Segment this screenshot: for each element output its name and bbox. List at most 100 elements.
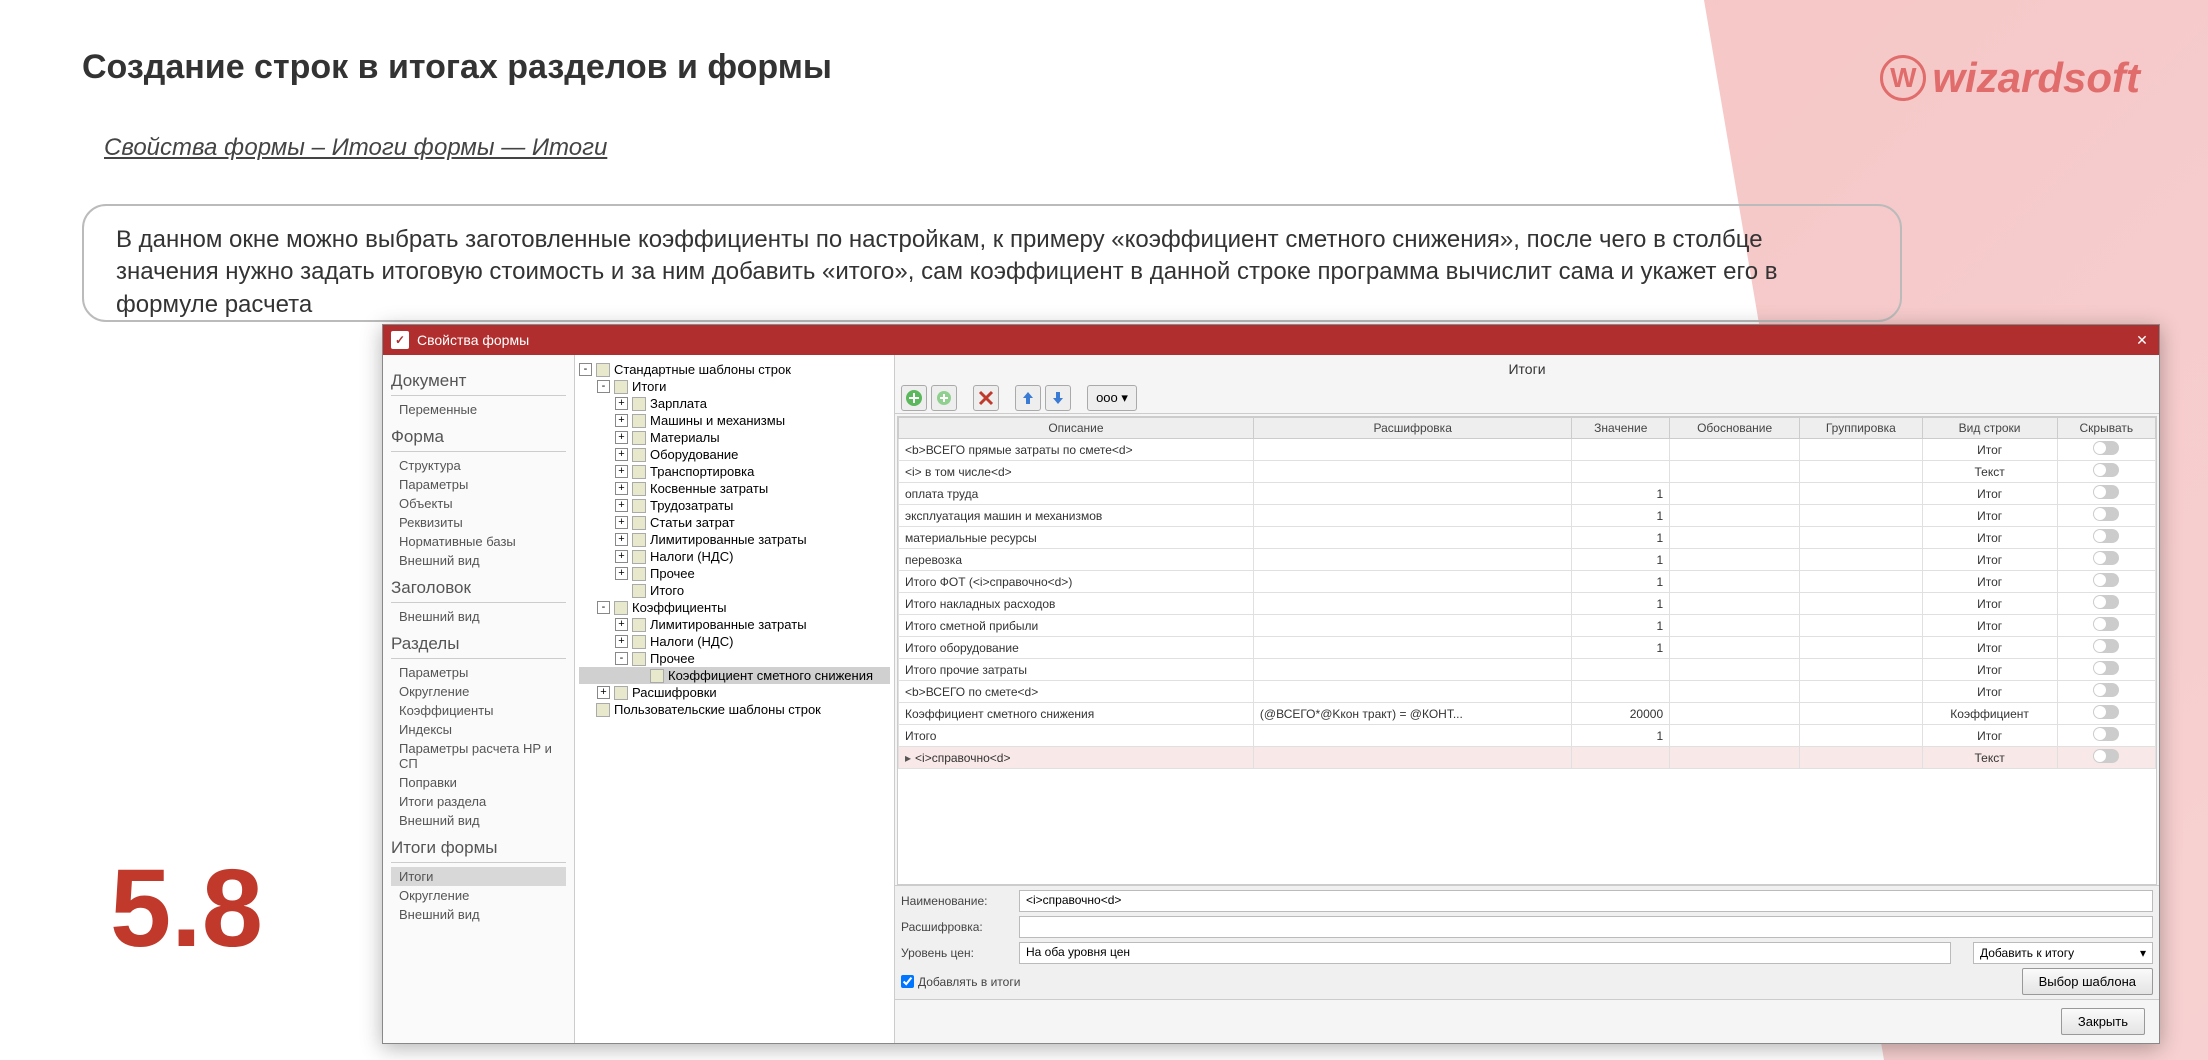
hide-toggle[interactable]	[2093, 617, 2119, 631]
cell[interactable]	[2057, 505, 2155, 527]
close-button[interactable]: Закрыть	[2061, 1008, 2145, 1035]
nav-item[interactable]: Структура	[391, 456, 566, 475]
tree-row[interactable]: Коэффициент сметного снижения	[579, 667, 890, 684]
tree-row[interactable]: -Итоги	[579, 378, 890, 395]
cell[interactable]	[1253, 549, 1572, 571]
hide-toggle[interactable]	[2093, 683, 2119, 697]
nav-item[interactable]: Округление	[391, 886, 566, 905]
cell[interactable]: 1	[1572, 505, 1670, 527]
nav-item[interactable]: Внешний вид	[391, 607, 566, 626]
cell[interactable]	[1670, 549, 1800, 571]
table-row[interactable]: Итого прочие затратыИтог	[899, 659, 2156, 681]
nav-item[interactable]: Переменные	[391, 400, 566, 419]
nav-item[interactable]: Параметры	[391, 663, 566, 682]
table-row[interactable]: <b>ВСЕГО по смете<d>Итог	[899, 681, 2156, 703]
cell[interactable]	[1670, 571, 1800, 593]
hide-toggle[interactable]	[2093, 749, 2119, 763]
cell[interactable]	[1670, 593, 1800, 615]
nav-item[interactable]: Реквизиты	[391, 513, 566, 532]
cell[interactable]: 1	[1572, 483, 1670, 505]
cell[interactable]	[1800, 483, 1922, 505]
cell[interactable]	[2057, 549, 2155, 571]
cell[interactable]: Итог	[1922, 725, 2057, 747]
collapse-icon[interactable]: -	[579, 363, 592, 376]
move-down-button[interactable]	[1045, 385, 1071, 411]
cell[interactable]: Коэффициент сметного снижения	[899, 703, 1254, 725]
cell[interactable]: <i>справочно<d>	[899, 747, 1254, 769]
nav-item[interactable]: Итоги	[391, 867, 566, 886]
cell[interactable]: Итог	[1922, 571, 2057, 593]
cell[interactable]	[1572, 461, 1670, 483]
cell[interactable]	[1253, 659, 1572, 681]
cell[interactable]: (@ВСЕГО*@Kкон тракт) = @КОНТ...	[1253, 703, 1572, 725]
cell[interactable]	[1670, 703, 1800, 725]
table-row[interactable]: Итого ФОТ (<i>справочно<d>)1Итог	[899, 571, 2156, 593]
expand-icon[interactable]: +	[615, 567, 628, 580]
column-header[interactable]: Значение	[1572, 418, 1670, 439]
hide-toggle[interactable]	[2093, 529, 2119, 543]
column-header[interactable]: Скрывать	[2057, 418, 2155, 439]
cell[interactable]: 20000	[1572, 703, 1670, 725]
cell[interactable]	[1253, 439, 1572, 461]
expand-icon[interactable]: +	[615, 533, 628, 546]
cell[interactable]	[1800, 747, 1922, 769]
cell[interactable]	[1670, 615, 1800, 637]
expand-icon[interactable]: +	[615, 550, 628, 563]
grid[interactable]: ОписаниеРасшифровкаЗначениеОбоснованиеГр…	[897, 416, 2157, 885]
cell[interactable]	[1253, 593, 1572, 615]
cell[interactable]	[1670, 637, 1800, 659]
cell[interactable]: Итого накладных расходов	[899, 593, 1254, 615]
tree-row[interactable]: +Лимитированные затраты	[579, 616, 890, 633]
hide-toggle[interactable]	[2093, 551, 2119, 565]
tree-row[interactable]: Итого	[579, 582, 890, 599]
nav-item[interactable]: Округление	[391, 682, 566, 701]
table-row[interactable]: эксплуатация машин и механизмов1Итог	[899, 505, 2156, 527]
expand-icon[interactable]: +	[615, 516, 628, 529]
table-row[interactable]: оплата труда1Итог	[899, 483, 2156, 505]
tree-row[interactable]: +Статьи затрат	[579, 514, 890, 531]
cell[interactable]: <b>ВСЕГО прямые затраты по смете<d>	[899, 439, 1254, 461]
cell[interactable]: Итог	[1922, 483, 2057, 505]
nav-item[interactable]: Внешний вид	[391, 551, 566, 570]
cell[interactable]	[2057, 461, 2155, 483]
cell[interactable]	[1253, 637, 1572, 659]
expand-icon[interactable]: +	[615, 465, 628, 478]
cell[interactable]	[1800, 593, 1922, 615]
cell[interactable]	[2057, 725, 2155, 747]
tree-row[interactable]: +Налоги (НДС)	[579, 633, 890, 650]
table-row[interactable]: материальные ресурсы1Итог	[899, 527, 2156, 549]
hide-toggle[interactable]	[2093, 485, 2119, 499]
cell[interactable]	[2057, 439, 2155, 461]
cell[interactable]: 1	[1572, 593, 1670, 615]
column-header[interactable]: Вид строки	[1922, 418, 2057, 439]
move-up-button[interactable]	[1015, 385, 1041, 411]
cell[interactable]	[1800, 505, 1922, 527]
cell[interactable]	[2057, 637, 2155, 659]
cell[interactable]: Текст	[1922, 747, 2057, 769]
cell[interactable]: Итог	[1922, 439, 2057, 461]
expand-icon[interactable]: +	[615, 397, 628, 410]
cell[interactable]	[1800, 571, 1922, 593]
cell[interactable]: Итого оборудование	[899, 637, 1254, 659]
cell[interactable]	[1572, 747, 1670, 769]
cell[interactable]	[1800, 659, 1922, 681]
cell[interactable]	[1670, 461, 1800, 483]
cell[interactable]: <b>ВСЕГО по смете<d>	[899, 681, 1254, 703]
nav-item[interactable]: Параметры	[391, 475, 566, 494]
add-green-button[interactable]	[901, 385, 927, 411]
tree-row[interactable]: +Налоги (НДС)	[579, 548, 890, 565]
hide-toggle[interactable]	[2093, 463, 2119, 477]
tree-row[interactable]: +Транспортировка	[579, 463, 890, 480]
hide-toggle[interactable]	[2093, 507, 2119, 521]
cell[interactable]	[2057, 659, 2155, 681]
cell[interactable]: 1	[1572, 637, 1670, 659]
cell[interactable]: Итог	[1922, 637, 2057, 659]
cell[interactable]	[1572, 681, 1670, 703]
cell[interactable]	[1800, 681, 1922, 703]
expand-icon[interactable]: +	[615, 482, 628, 495]
cell[interactable]: Итог	[1922, 615, 2057, 637]
cell[interactable]: Коэффициент	[1922, 703, 2057, 725]
cell[interactable]	[1800, 615, 1922, 637]
cell[interactable]	[1800, 637, 1922, 659]
cell[interactable]: материальные ресурсы	[899, 527, 1254, 549]
